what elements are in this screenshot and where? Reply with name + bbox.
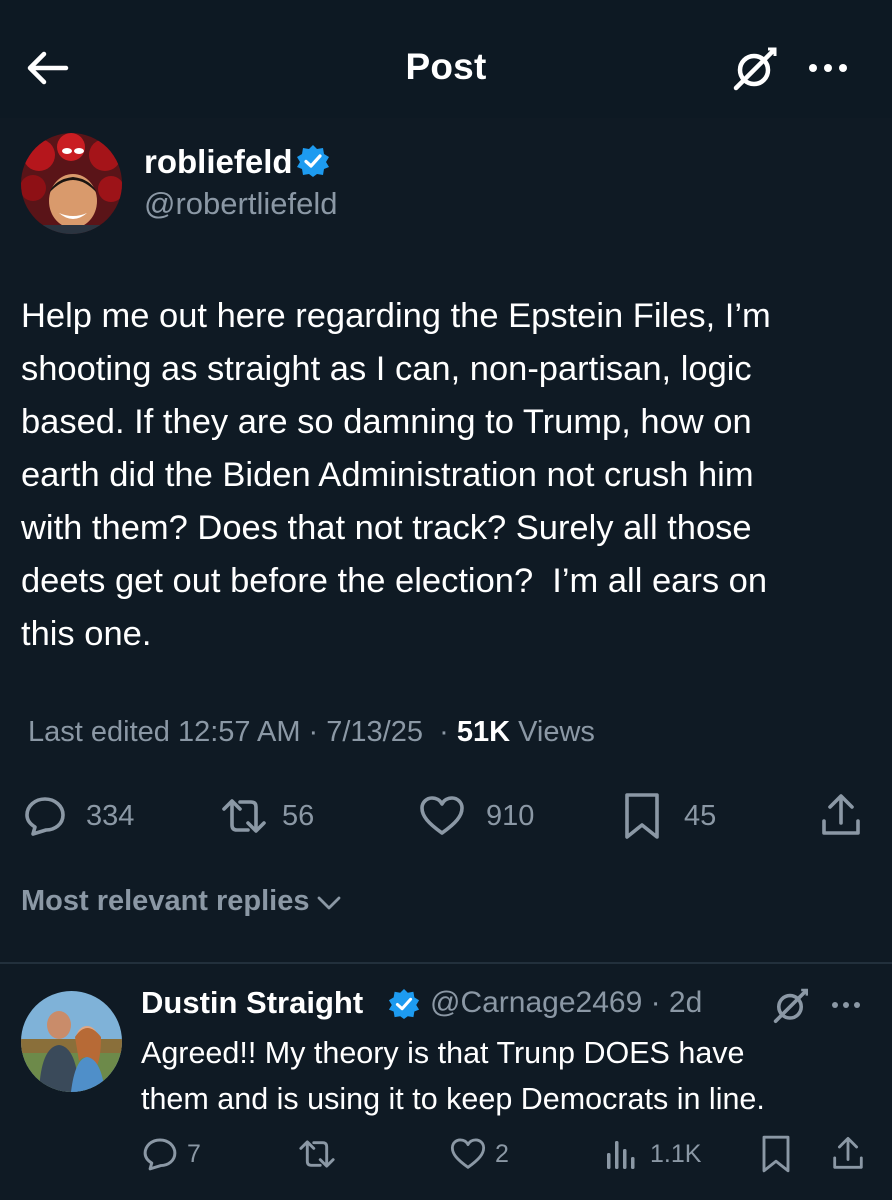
top-bar: Post (0, 0, 892, 118)
edited-timestamp[interactable]: Last edited 12:57 AM · 7/13/25 · (28, 716, 457, 748)
post-text-line: based. If they are so damning to Trump, … (21, 403, 752, 441)
views-count: 51K (456, 716, 511, 748)
reply-reply-count: 7 (187, 1139, 201, 1168)
repost-count: 56 (282, 799, 315, 832)
author-name[interactable]: robliefeld (144, 143, 293, 181)
chevron-down-icon (317, 896, 340, 909)
bookmark-button[interactable]: 45 (622, 790, 716, 842)
reply-more-options-button[interactable] (828, 995, 864, 1015)
replies-sort-label: Most relevant replies (21, 885, 310, 917)
verified-badge-icon (388, 988, 420, 1020)
like-icon (420, 796, 464, 835)
grok-icon (773, 988, 808, 1023)
grok-icon (733, 47, 777, 91)
reply-reply-button[interactable]: 7 (141, 1132, 201, 1176)
post-text-line: earth did the Biden Administration not c… (21, 456, 754, 494)
share-button[interactable] (818, 790, 864, 842)
reply-text-line: them and is using it to keep Democrats i… (141, 1082, 765, 1116)
reply-text: Agreed!! My theory is that Trunp DOES ha… (141, 1030, 881, 1122)
reply-author-name[interactable]: Dustin Straight (141, 985, 363, 1021)
reply-share-button[interactable] (830, 1132, 866, 1176)
reply-views-button[interactable]: 1.1K (604, 1132, 701, 1176)
author-handle[interactable]: @robertliefeld (144, 186, 337, 222)
repost-icon (222, 799, 266, 833)
reply-grok-button[interactable] (768, 986, 812, 1026)
divider (0, 962, 892, 964)
post-text-line: deets get out before the election? I’m a… (21, 562, 768, 600)
repost-button[interactable]: 56 (218, 790, 314, 842)
reply-button[interactable]: 334 (22, 790, 134, 842)
author-avatar[interactable] (21, 133, 122, 234)
views-icon (607, 1141, 635, 1169)
repost-icon (299, 1140, 335, 1168)
post-text-line: this one. (21, 615, 152, 653)
reply-count: 334 (86, 799, 135, 832)
grok-button[interactable] (728, 44, 780, 94)
reply-icon (143, 1138, 177, 1171)
more-icon (809, 64, 847, 72)
reply-text-line: Agreed!! My theory is that Trunp DOES ha… (141, 1036, 745, 1070)
post-meta: Last edited 12:57 AM · 7/13/25 · 51K Vie… (28, 716, 595, 749)
more-options-button[interactable] (802, 52, 854, 84)
like-icon (450, 1138, 486, 1169)
like-button[interactable]: 910 (418, 790, 534, 842)
share-icon (833, 1136, 863, 1169)
reply-icon (25, 797, 65, 836)
more-icon (832, 1002, 860, 1008)
reply-views-count: 1.1K (650, 1139, 702, 1168)
reply-like-button[interactable]: 2 (449, 1132, 509, 1176)
post-text: Help me out here regarding the Epstein F… (21, 290, 871, 661)
reply-repost-button[interactable] (296, 1132, 338, 1176)
views-label: Views (510, 716, 595, 748)
share-icon (822, 794, 860, 835)
like-count: 910 (486, 799, 535, 832)
bookmark-icon (762, 1135, 790, 1173)
replies-sort-dropdown[interactable]: Most relevant replies (21, 885, 344, 918)
reply-bookmark-button[interactable] (760, 1132, 792, 1176)
reply-author-avatar[interactable] (21, 991, 122, 1092)
reply-handle-time[interactable]: @Carnage2469 · 2d (430, 986, 702, 1020)
post-text-line: Help me out here regarding the Epstein F… (21, 297, 771, 335)
bookmark-count: 45 (684, 799, 717, 832)
post-text-line: with them? Does that not track? Surely a… (21, 509, 752, 547)
verified-badge-icon (296, 144, 330, 178)
bookmark-icon (625, 793, 659, 839)
post-text-line: shooting as straight as I can, non-parti… (21, 350, 752, 388)
reply-like-count: 2 (495, 1139, 509, 1168)
